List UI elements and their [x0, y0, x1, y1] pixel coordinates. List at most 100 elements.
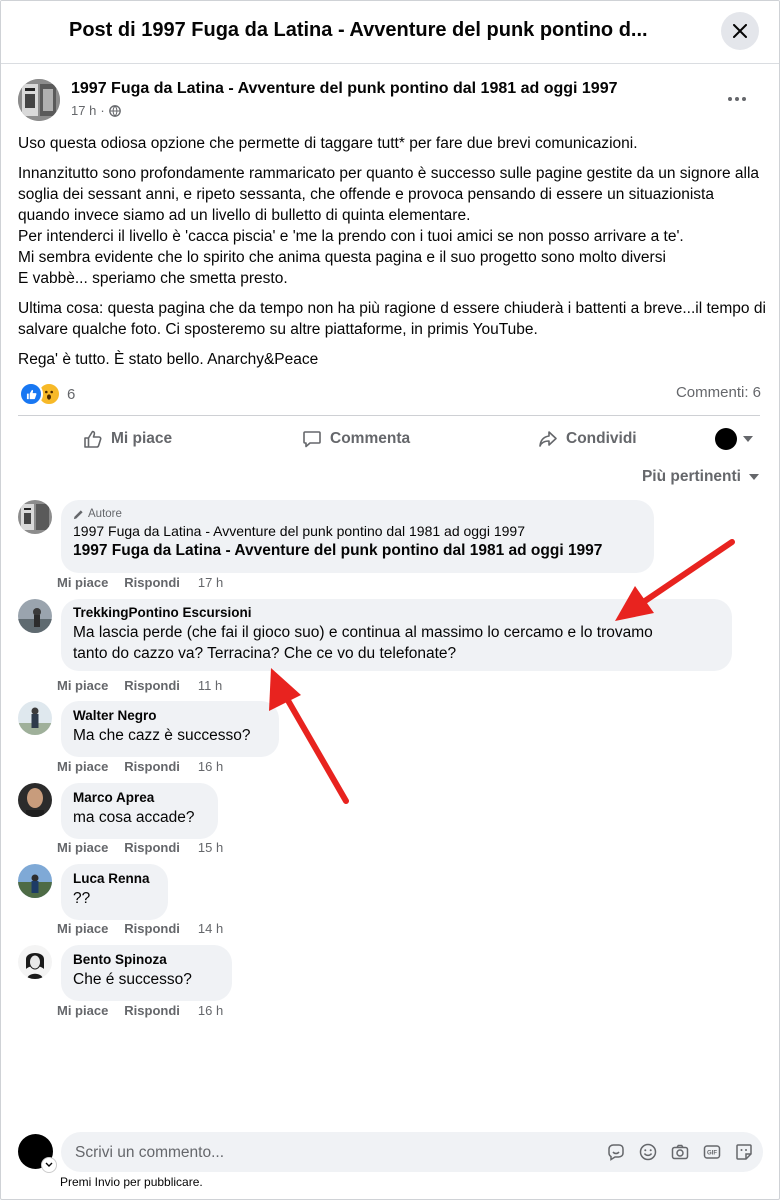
reactions-summary[interactable]: 6 [19, 382, 75, 406]
comment-time[interactable]: 17 h [198, 575, 223, 590]
commenter-name[interactable]: TrekkingPontino Escursioni [73, 604, 720, 622]
comment-like-button[interactable]: Mi piace [57, 759, 108, 774]
comment-like-button[interactable]: Mi piace [57, 678, 108, 693]
sticker-icon[interactable] [605, 1141, 627, 1163]
comment-bubble: TrekkingPontino Escursioni Ma lascia per… [61, 599, 732, 671]
commenter-avatar[interactable] [18, 701, 52, 735]
comment-bubble: Luca Renna ?? [61, 864, 168, 920]
comment-like-button[interactable]: Mi piace [57, 840, 108, 855]
dialog-title: Post di 1997 Fuga da Latina - Avventure … [69, 19, 648, 41]
comment-text: ?? [73, 890, 91, 907]
composer-profile-switch[interactable] [41, 1157, 57, 1173]
commenter-name[interactable]: 1997 Fuga da Latina - Avventure del punk… [73, 522, 642, 540]
commenter-avatar[interactable] [18, 945, 52, 979]
post-time[interactable]: 17 h [71, 103, 96, 118]
comment-reply-button[interactable]: Rispondi [124, 921, 180, 936]
avatar-sticker-icon[interactable] [733, 1141, 755, 1163]
commenter-avatar[interactable] [18, 500, 52, 534]
comment-actions: Mi piace Rispondi 11 h [57, 678, 222, 693]
pencil-icon [73, 509, 83, 519]
comment-like-button[interactable]: Mi piace [57, 921, 108, 936]
page-avatar[interactable] [18, 79, 60, 121]
comment-button[interactable]: Commenta [302, 421, 410, 457]
comment-reply-button[interactable]: Rispondi [124, 759, 180, 774]
comment-text: ma cosa accade? [73, 809, 195, 826]
comment-text: Ma lascia perde (che fai il gioco suo) e… [73, 624, 653, 662]
comment-icon [303, 431, 321, 448]
like-reaction-icon [19, 382, 43, 406]
comments-count[interactable]: Commenti: 6 [676, 384, 761, 401]
like-icon [84, 430, 102, 448]
profile-avatar [715, 428, 737, 450]
post-paragraph: Ultima cosa: questa pagina che da tempo … [18, 300, 766, 338]
share-button[interactable]: Condividi [538, 421, 637, 457]
post-paragraph: Rega' è tutto. È stato bello. Anarchy&Pe… [18, 351, 319, 368]
comment-bubble: Autore 1997 Fuga da Latina - Avventure d… [61, 500, 654, 573]
comment-sort-dropdown[interactable]: Più pertinenti [642, 468, 759, 486]
sort-label: Più pertinenti [641, 468, 741, 485]
caret-down-icon [749, 474, 759, 480]
post-dialog: Post di 1997 Fuga da Latina - Avventure … [0, 0, 780, 1200]
comment-actions: Mi piace Rispondi 16 h [57, 759, 223, 774]
commenter-name[interactable]: Walter Negro [73, 707, 267, 725]
comment-bubble: Bento Spinoza Che é successo? [61, 945, 232, 1001]
comment-reply-button[interactable]: Rispondi [124, 840, 180, 855]
comment-time[interactable]: 11 h [198, 678, 222, 693]
commenter-avatar[interactable] [18, 599, 52, 633]
comment-actions: Mi piace Rispondi 15 h [57, 840, 223, 855]
comment-time[interactable]: 16 h [198, 1003, 223, 1018]
commenter-name[interactable]: Marco Aprea [73, 789, 206, 807]
author-badge: Autore [73, 506, 642, 522]
camera-icon[interactable] [669, 1141, 691, 1163]
commenter-avatar[interactable] [18, 783, 52, 817]
red-arrow-left [269, 668, 349, 804]
close-button[interactable] [721, 12, 759, 50]
profile-switcher[interactable] [715, 428, 753, 450]
comment-text: 1997 Fuga da Latina - Avventure del punk… [73, 542, 603, 559]
chevron-down-icon [45, 1162, 53, 1167]
dialog-header: Post di 1997 Fuga da Latina - Avventure … [1, 1, 779, 64]
comment-time[interactable]: 16 h [198, 759, 223, 774]
comment-time[interactable]: 14 h [198, 921, 223, 936]
svg-text:GIF: GIF [707, 1151, 717, 1157]
comment-bubble: Walter Negro Ma che cazz è successo? [61, 701, 279, 757]
like-label: Mi piace [111, 430, 173, 447]
post-paragraph: Uso questa odiosa opzione che permette d… [18, 135, 638, 152]
divider [18, 415, 760, 416]
comment-label: Commenta [330, 430, 411, 447]
share-label: Condividi [566, 430, 637, 447]
comment-actions: Mi piace Rispondi 14 h [57, 921, 223, 936]
post-text: Uso questa odiosa opzione che permette d… [18, 133, 768, 379]
caret-down-icon [743, 436, 753, 442]
comment-actions: Mi piace Rispondi 16 h [57, 1003, 223, 1018]
comment-reply-button[interactable]: Rispondi [124, 575, 180, 590]
comment-text: Ma che cazz è successo? [73, 727, 251, 744]
reaction-count: 6 [67, 385, 76, 403]
comment-reply-button[interactable]: Rispondi [124, 1003, 180, 1018]
comment-text: Che é successo? [73, 971, 192, 988]
composer-hint: Premi Invio per pubblicare. [60, 1175, 203, 1189]
gif-icon[interactable]: GIF [701, 1141, 723, 1163]
commenter-name[interactable]: Bento Spinoza [73, 951, 220, 969]
more-options-button[interactable] [719, 87, 755, 111]
share-icon [539, 431, 557, 447]
commenter-name[interactable]: Luca Renna [73, 870, 156, 888]
post-author[interactable]: 1997 Fuga da Latina - Avventure del punk… [71, 80, 618, 98]
comment-bubble: Marco Aprea ma cosa accade? [61, 783, 218, 839]
comment-like-button[interactable]: Mi piace [57, 1003, 108, 1018]
comment-reply-button[interactable]: Rispondi [124, 678, 180, 693]
comment-input[interactable] [73, 1132, 597, 1174]
commenter-avatar[interactable] [18, 864, 52, 898]
post-meta: 17 h · [71, 103, 121, 118]
like-button[interactable]: Mi piace [83, 421, 172, 457]
emoji-icon[interactable] [637, 1141, 659, 1163]
composer-tools: GIF [605, 1141, 755, 1163]
close-icon [733, 24, 747, 38]
comment-like-button[interactable]: Mi piace [57, 575, 108, 590]
comment-time[interactable]: 15 h [198, 840, 223, 855]
comment-composer: GIF [61, 1132, 763, 1174]
post-paragraph: Innanzitutto sono profondamente rammaric… [18, 165, 760, 287]
comment-actions: Mi piace Rispondi 17 h [57, 575, 223, 590]
globe-icon [108, 104, 121, 117]
more-icon [728, 97, 732, 101]
